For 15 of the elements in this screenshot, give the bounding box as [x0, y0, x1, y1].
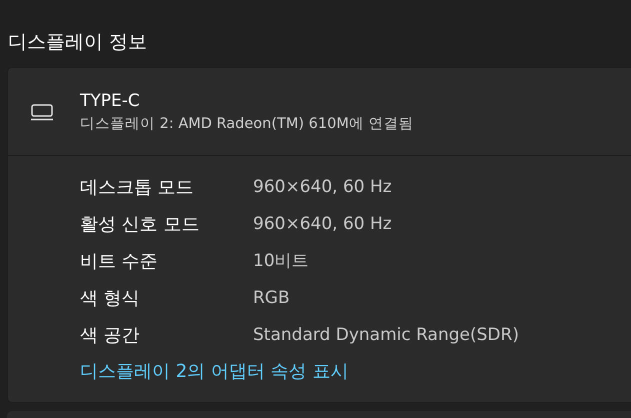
property-value: 960×640, 60 Hz: [253, 176, 392, 196]
property-label: 데스크톱 모드: [80, 176, 195, 198]
property-value: 10비트: [253, 250, 309, 272]
property-value: 960×640, 60 Hz: [253, 214, 392, 234]
property-label: 비트 수준: [80, 250, 159, 272]
section-title: 디스플레이 정보: [8, 30, 148, 55]
property-value: Standard Dynamic Range(SDR): [253, 324, 519, 344]
property-label: 활성 신호 모드: [80, 212, 200, 236]
property-value: RGB: [253, 288, 290, 308]
display-name: TYPE-C: [80, 90, 141, 110]
property-label: 색 형식: [80, 286, 141, 310]
display-connection: 디스플레이 2: AMD Radeon(TM) 610M에 연결됨: [80, 114, 414, 132]
property-label: 색 공간: [80, 324, 141, 346]
monitor-icon: [30, 102, 54, 120]
adapter-properties-link[interactable]: 디스플레이 2의 어댑터 속성 표시: [80, 353, 348, 390]
